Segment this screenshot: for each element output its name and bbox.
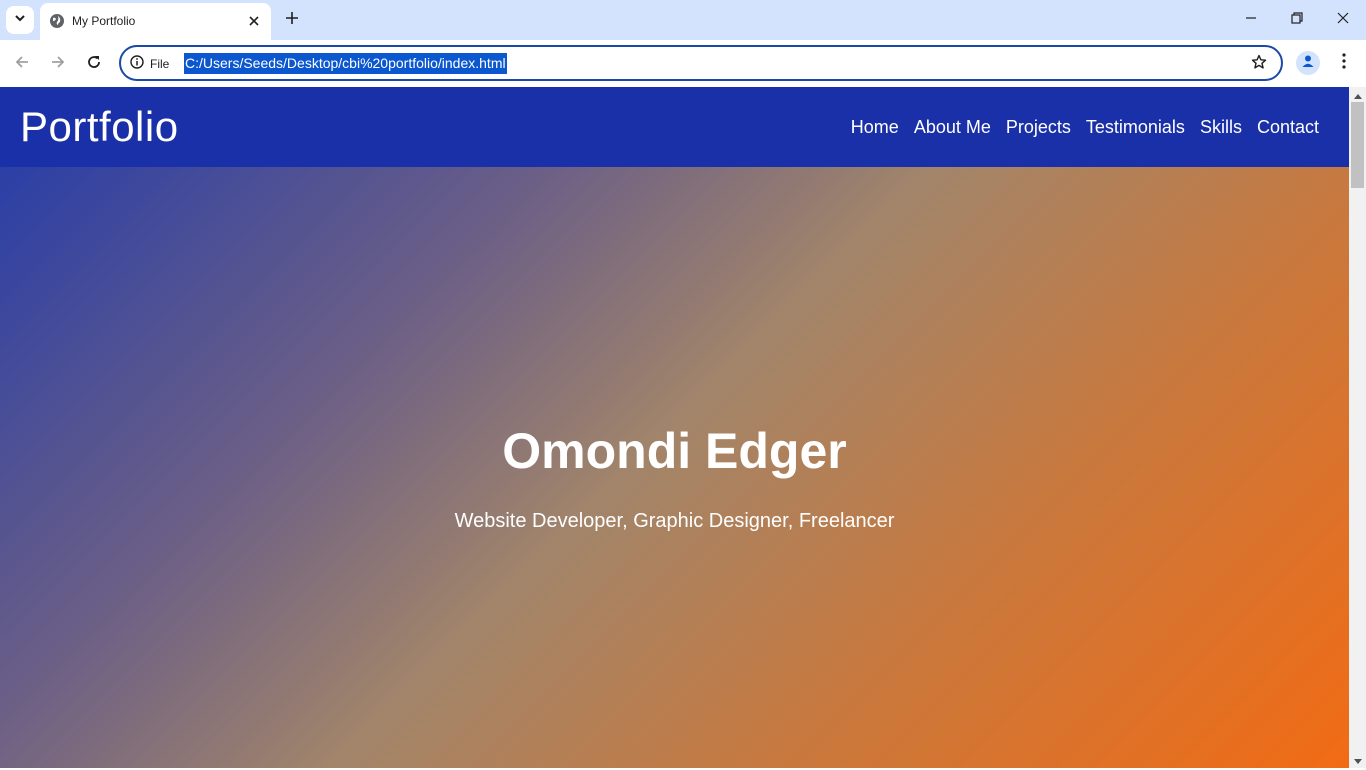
site-nav: Home About Me Projects Testimonials Skil… (851, 117, 1319, 138)
reload-button[interactable] (81, 51, 107, 77)
globe-icon (49, 13, 65, 29)
page-viewport: Portfolio Home About Me Projects Testimo… (0, 87, 1349, 768)
star-icon (1251, 54, 1267, 75)
address-bar[interactable]: File C:/Users/Seeds/Desktop/cbi%20portfo… (119, 45, 1283, 81)
site-header: Portfolio Home About Me Projects Testimo… (0, 87, 1349, 167)
new-tab-button[interactable] (282, 10, 302, 30)
scroll-up-arrow[interactable] (1349, 87, 1366, 102)
arrow-right-icon (50, 54, 66, 75)
info-icon (130, 54, 144, 74)
plus-icon (285, 11, 299, 30)
scroll-down-arrow[interactable] (1349, 753, 1366, 768)
close-icon (1337, 11, 1349, 29)
close-window-button[interactable] (1331, 8, 1355, 32)
browser-toolbar: File C:/Users/Seeds/Desktop/cbi%20portfo… (0, 40, 1366, 87)
close-icon[interactable] (245, 12, 263, 30)
hero-name: Omondi Edger (502, 423, 847, 479)
nav-link-testimonials[interactable]: Testimonials (1086, 117, 1185, 138)
nav-link-projects[interactable]: Projects (1006, 117, 1071, 138)
minimize-button[interactable] (1239, 8, 1263, 32)
site-info-label: File (150, 57, 170, 71)
person-icon (1301, 54, 1315, 73)
triangle-up-icon (1353, 86, 1362, 104)
profile-button[interactable] (1296, 51, 1320, 75)
page-scrollbar[interactable] (1349, 87, 1366, 768)
nav-link-home[interactable]: Home (851, 117, 899, 138)
restore-button[interactable] (1285, 8, 1309, 32)
url-text[interactable]: C:/Users/Seeds/Desktop/cbi%20portfolio/i… (184, 53, 507, 74)
hero-section: Omondi Edger Website Developer, Graphic … (0, 167, 1349, 768)
triangle-down-icon (1353, 752, 1362, 770)
bookmark-button[interactable] (1248, 53, 1270, 75)
site-logo[interactable]: Portfolio (20, 103, 179, 151)
tab-title: My Portfolio (72, 14, 136, 28)
site-info-button[interactable]: File (130, 54, 170, 74)
arrow-left-icon (14, 54, 30, 75)
nav-link-contact[interactable]: Contact (1257, 117, 1319, 138)
forward-button[interactable] (45, 51, 71, 77)
kebab-menu-icon (1342, 52, 1346, 74)
hero-subtitle: Website Developer, Graphic Designer, Fre… (454, 510, 895, 532)
reload-icon (86, 54, 102, 75)
tab-strip: My Portfolio (0, 0, 1366, 40)
browser-menu-button[interactable] (1334, 51, 1354, 75)
back-button[interactable] (9, 51, 35, 77)
nav-link-about-me[interactable]: About Me (914, 117, 991, 138)
chevron-down-icon (14, 11, 26, 29)
nav-link-skills[interactable]: Skills (1200, 117, 1242, 138)
active-tab[interactable]: My Portfolio (40, 3, 271, 40)
scroll-thumb[interactable] (1351, 102, 1364, 188)
restore-icon (1291, 11, 1303, 29)
minimize-icon (1245, 11, 1257, 29)
tab-search-button[interactable] (6, 6, 34, 34)
